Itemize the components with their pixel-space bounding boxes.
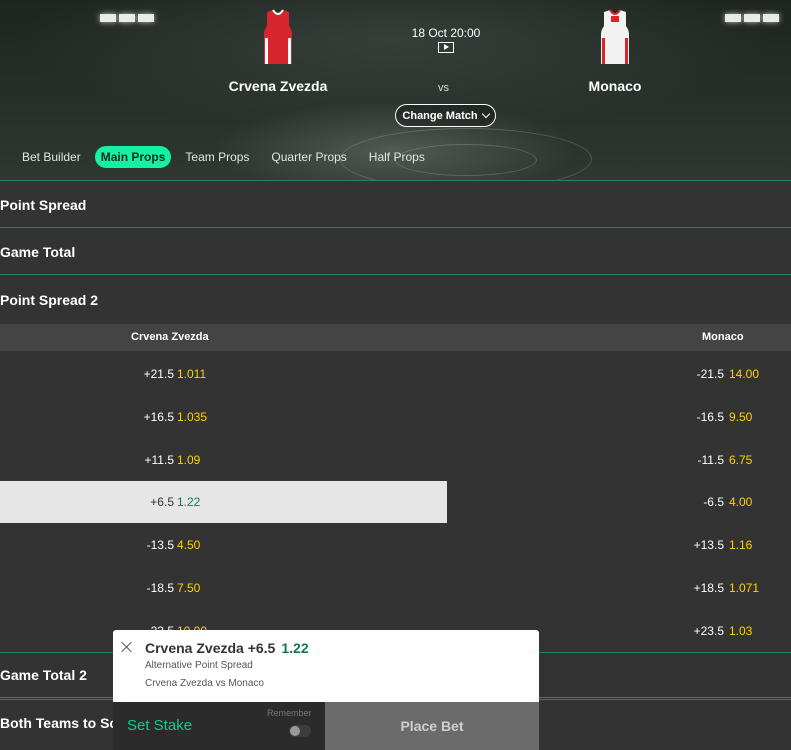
away-line: -6.5 (703, 495, 724, 509)
away-price: 6.75 (729, 453, 753, 467)
remember-label: Remember (267, 708, 312, 718)
away-odds-button[interactable]: -11.5 6.75 (447, 439, 791, 481)
away-line: -11.5 (697, 453, 724, 467)
away-odds-button[interactable]: +13.5 1.16 (447, 524, 791, 566)
vs-label: vs (438, 82, 449, 94)
away-column-header: Monaco (702, 331, 744, 343)
home-team: Crvena Zvezda (178, 8, 378, 94)
away-price: 14.00 (729, 367, 760, 381)
home-price: 4.50 (177, 538, 201, 552)
away-line: +18.5 (693, 581, 724, 595)
market-title: Point Spread (0, 196, 87, 213)
market-title: Both Teams to Sc (0, 714, 118, 731)
away-price: 4.00 (729, 495, 753, 509)
stadium-light (725, 14, 779, 22)
change-match-label: Change Match (402, 109, 478, 122)
away-odds-button[interactable]: +18.5 1.071 (447, 567, 791, 609)
place-bet-button[interactable]: Place Bet (325, 702, 539, 750)
table-row: -18.5 7.50 +18.5 1.071 (0, 567, 791, 609)
away-jersey-icon (601, 9, 629, 64)
home-line: +11.5 (144, 453, 174, 467)
home-line: +21.5 (143, 367, 174, 381)
stadium-light (100, 14, 154, 22)
home-odds-button[interactable]: -18.5 7.50 (0, 567, 447, 609)
tab-bet-builder[interactable]: Bet Builder (14, 146, 89, 168)
away-odds-button[interactable]: -16.5 9.50 (447, 396, 791, 438)
away-team-name: Monaco (588, 78, 642, 94)
away-line: -16.5 (696, 410, 724, 424)
away-team: Monaco (515, 8, 715, 94)
slip-market: Alternative Point Spread (145, 660, 253, 671)
change-match-button[interactable]: Change Match (395, 104, 496, 127)
column-header: Crvena Zvezda Monaco (0, 324, 791, 351)
home-line: +16.5 (143, 410, 174, 424)
tab-team-props[interactable]: Team Props (177, 146, 257, 168)
market-point-spread-2[interactable]: Point Spread 2 (0, 277, 791, 323)
match-datetime: 18 Oct 20:00 (411, 26, 481, 40)
bet-slip-actions: Set Stake Remember Place Bet (113, 702, 539, 750)
match-info: 18 Oct 20:00 (396, 26, 496, 58)
set-stake-input[interactable]: Set Stake (127, 717, 192, 734)
table-row: -13.5 4.50 +13.5 1.16 (0, 524, 791, 566)
slip-odds: 1.22 (281, 640, 309, 656)
home-price: 1.22 (177, 495, 201, 509)
home-team-name: Crvena Zvezda (228, 78, 328, 94)
tab-quarter-props[interactable]: Quarter Props (263, 146, 354, 168)
market-title: Point Spread 2 (0, 292, 99, 308)
home-jersey-icon (264, 9, 292, 64)
home-line: -18.5 (146, 581, 174, 595)
close-icon[interactable] (121, 641, 133, 653)
home-line: -13.5 (146, 538, 174, 552)
prop-tabs: Bet Builder Main Props Team Props Quarte… (14, 146, 433, 168)
home-column-header: Crvena Zvezda (131, 331, 209, 343)
tab-half-props[interactable]: Half Props (361, 146, 433, 168)
tab-main-props[interactable]: Main Props (94, 146, 172, 168)
away-price: 1.03 (729, 624, 753, 638)
away-price: 1.071 (729, 581, 760, 595)
away-price: 1.16 (729, 538, 753, 552)
table-row: +21.5 1.011 -21.5 14.00 (0, 353, 791, 395)
home-odds-button[interactable]: +21.5 1.011 (0, 353, 447, 395)
market-title: Game Total 2 (0, 667, 87, 683)
slip-event: Crvena Zvezda vs Monaco (145, 678, 264, 689)
market-point-spread[interactable]: Point Spread (0, 182, 791, 228)
market-game-total[interactable]: Game Total (0, 229, 791, 275)
home-line: +6.5 (150, 495, 174, 509)
home-price: 1.09 (177, 453, 201, 467)
away-line: +13.5 (693, 538, 724, 552)
away-price: 9.50 (729, 410, 753, 424)
home-price: 1.035 (177, 410, 208, 424)
chevron-down-icon (481, 109, 490, 119)
slip-selection: Crvena Zvezda +6.5 1.22 (145, 640, 309, 656)
away-line: +23.5 (693, 624, 724, 638)
bet-slip: Crvena Zvezda +6.5 1.22 Alternative Point… (113, 630, 539, 702)
home-odds-button[interactable]: +11.5 1.09 (0, 439, 447, 481)
home-price: 1.011 (177, 367, 207, 381)
table-row: +6.5 1.22 -6.5 4.00 (0, 481, 791, 523)
home-odds-button[interactable]: +16.5 1.035 (0, 396, 447, 438)
home-odds-button[interactable]: -13.5 4.50 (0, 524, 447, 566)
home-price: 7.50 (177, 581, 201, 595)
remember-toggle[interactable] (289, 725, 311, 737)
away-line: -21.5 (696, 367, 724, 381)
table-row: +16.5 1.035 -16.5 9.50 (0, 396, 791, 438)
table-row: +11.5 1.09 -11.5 6.75 (0, 439, 791, 481)
away-odds-button[interactable]: -6.5 4.00 (447, 481, 791, 523)
away-odds-button[interactable]: -21.5 14.00 (447, 353, 791, 395)
home-odds-button[interactable]: +6.5 1.22 (0, 481, 447, 523)
play-icon[interactable] (438, 42, 454, 53)
match-header: Crvena Zvezda 18 Oct 20:00 vs Monaco Cha… (0, 0, 791, 181)
slip-selection-name: Crvena Zvezda +6.5 (145, 640, 276, 656)
market-title: Game Total (0, 243, 76, 260)
